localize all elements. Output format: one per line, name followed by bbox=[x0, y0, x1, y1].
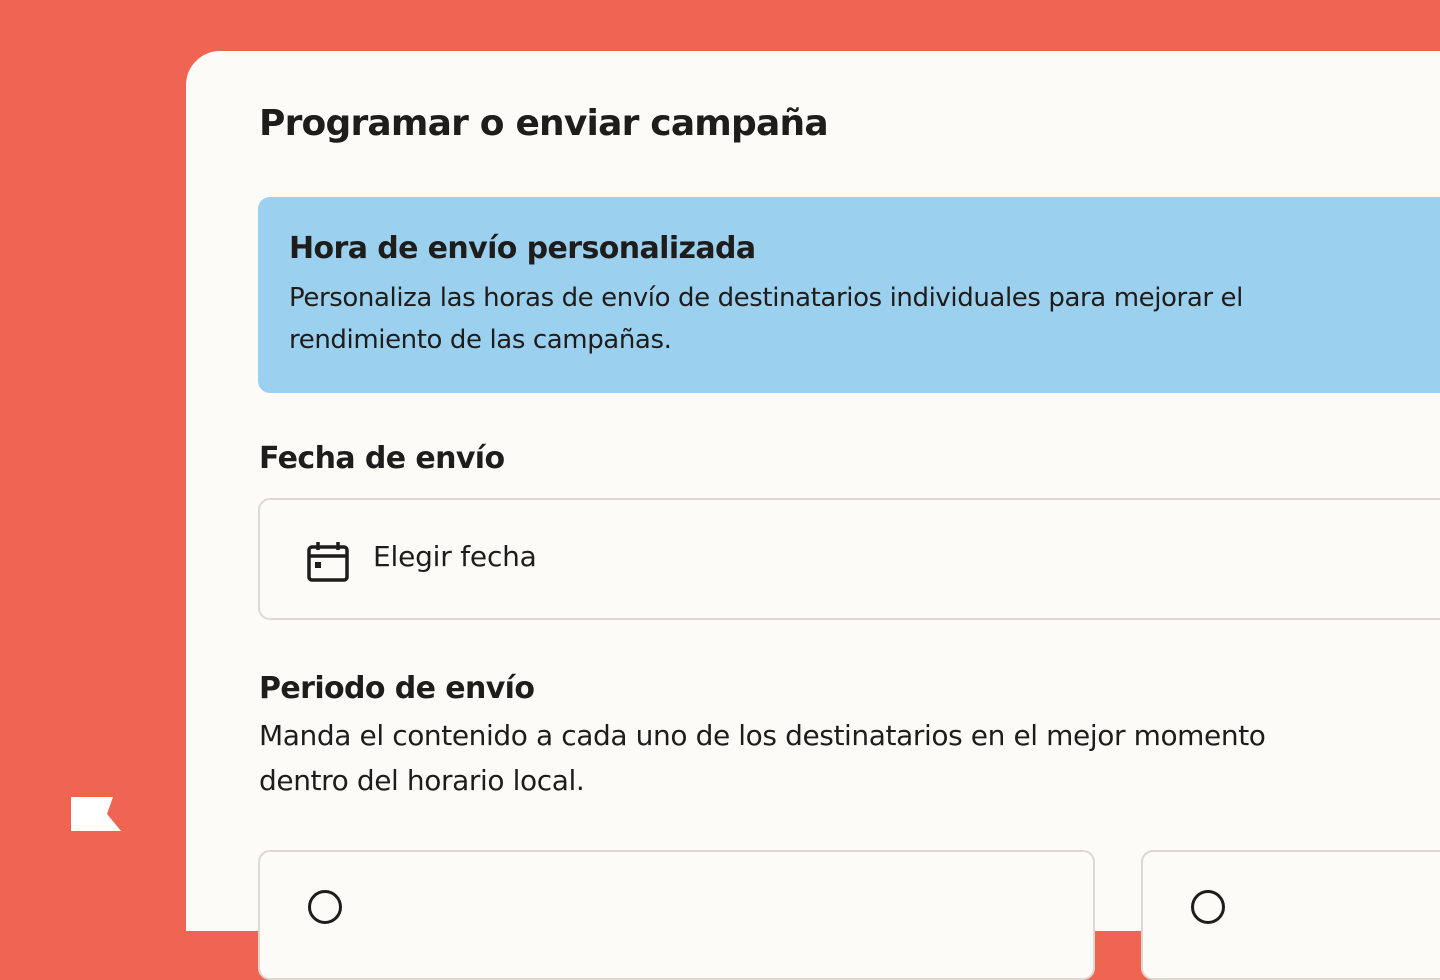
date-picker-placeholder: Elegir fecha bbox=[373, 540, 537, 573]
sidebar bbox=[0, 0, 186, 900]
date-picker-field[interactable]: Elegir fecha bbox=[258, 498, 1440, 620]
send-period-description: Manda el contenido a cada uno de los des… bbox=[259, 719, 1266, 797]
radio-icon[interactable] bbox=[308, 890, 342, 924]
send-period-option-2[interactable] bbox=[1141, 850, 1440, 980]
calendar-icon bbox=[307, 542, 349, 582]
send-period-option-1[interactable] bbox=[258, 850, 1095, 980]
page-title: Programar o enviar campaña bbox=[259, 103, 829, 144]
main-panel: Programar o enviar campaña Hora de envío… bbox=[186, 51, 1440, 980]
flag-logo-icon[interactable] bbox=[71, 797, 121, 831]
send-period-label: Periodo de envío bbox=[259, 671, 535, 706]
banner-title: Hora de envío personalizada bbox=[289, 231, 756, 266]
send-date-label: Fecha de envío bbox=[259, 441, 505, 476]
banner-description: Personaliza las horas de envío de destin… bbox=[289, 283, 1243, 355]
info-banner: Hora de envío personalizada Personaliza … bbox=[258, 197, 1440, 393]
radio-icon[interactable] bbox=[1191, 890, 1225, 924]
